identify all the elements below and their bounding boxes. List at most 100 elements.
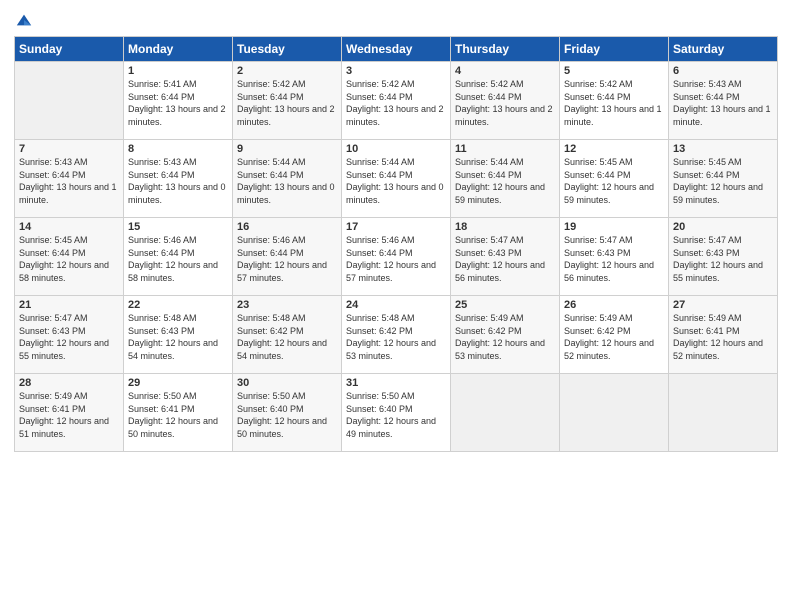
day-number: 2 — [237, 65, 337, 77]
calendar-cell: 21 Sunrise: 5:47 AMSunset: 6:43 PMDaylig… — [15, 296, 124, 374]
calendar-cell — [15, 62, 124, 140]
cell-text: Sunrise: 5:42 AMSunset: 6:44 PMDaylight:… — [455, 79, 553, 127]
cell-text: Sunrise: 5:48 AMSunset: 6:43 PMDaylight:… — [128, 313, 218, 361]
day-number: 11 — [455, 143, 555, 155]
calendar-cell — [669, 374, 778, 452]
cell-text: Sunrise: 5:42 AMSunset: 6:44 PMDaylight:… — [564, 79, 662, 127]
calendar-cell: 29 Sunrise: 5:50 AMSunset: 6:41 PMDaylig… — [124, 374, 233, 452]
calendar-cell: 9 Sunrise: 5:44 AMSunset: 6:44 PMDayligh… — [233, 140, 342, 218]
day-number: 7 — [19, 143, 119, 155]
calendar-cell: 1 Sunrise: 5:41 AMSunset: 6:44 PMDayligh… — [124, 62, 233, 140]
cell-text: Sunrise: 5:45 AMSunset: 6:44 PMDaylight:… — [564, 157, 654, 205]
day-number: 10 — [346, 143, 446, 155]
day-number: 19 — [564, 221, 664, 233]
calendar-cell: 16 Sunrise: 5:46 AMSunset: 6:44 PMDaylig… — [233, 218, 342, 296]
day-number: 18 — [455, 221, 555, 233]
cell-text: Sunrise: 5:46 AMSunset: 6:44 PMDaylight:… — [128, 235, 218, 283]
calendar-week-row: 7 Sunrise: 5:43 AMSunset: 6:44 PMDayligh… — [15, 140, 778, 218]
calendar-cell: 20 Sunrise: 5:47 AMSunset: 6:43 PMDaylig… — [669, 218, 778, 296]
calendar-cell: 11 Sunrise: 5:44 AMSunset: 6:44 PMDaylig… — [451, 140, 560, 218]
calendar-cell: 17 Sunrise: 5:46 AMSunset: 6:44 PMDaylig… — [342, 218, 451, 296]
cell-text: Sunrise: 5:47 AMSunset: 6:43 PMDaylight:… — [19, 313, 109, 361]
calendar-cell: 12 Sunrise: 5:45 AMSunset: 6:44 PMDaylig… — [560, 140, 669, 218]
weekday-header: Friday — [560, 37, 669, 62]
cell-text: Sunrise: 5:47 AMSunset: 6:43 PMDaylight:… — [455, 235, 545, 283]
calendar-cell — [560, 374, 669, 452]
cell-text: Sunrise: 5:47 AMSunset: 6:43 PMDaylight:… — [673, 235, 763, 283]
day-number: 31 — [346, 377, 446, 389]
calendar-cell: 31 Sunrise: 5:50 AMSunset: 6:40 PMDaylig… — [342, 374, 451, 452]
weekday-header: Monday — [124, 37, 233, 62]
calendar-cell: 13 Sunrise: 5:45 AMSunset: 6:44 PMDaylig… — [669, 140, 778, 218]
calendar-cell: 2 Sunrise: 5:42 AMSunset: 6:44 PMDayligh… — [233, 62, 342, 140]
cell-text: Sunrise: 5:45 AMSunset: 6:44 PMDaylight:… — [19, 235, 109, 283]
calendar-cell: 24 Sunrise: 5:48 AMSunset: 6:42 PMDaylig… — [342, 296, 451, 374]
cell-text: Sunrise: 5:49 AMSunset: 6:41 PMDaylight:… — [19, 391, 109, 439]
calendar-cell: 6 Sunrise: 5:43 AMSunset: 6:44 PMDayligh… — [669, 62, 778, 140]
day-number: 28 — [19, 377, 119, 389]
weekday-header: Wednesday — [342, 37, 451, 62]
cell-text: Sunrise: 5:50 AMSunset: 6:40 PMDaylight:… — [346, 391, 436, 439]
calendar-cell: 4 Sunrise: 5:42 AMSunset: 6:44 PMDayligh… — [451, 62, 560, 140]
weekday-header: Sunday — [15, 37, 124, 62]
cell-text: Sunrise: 5:43 AMSunset: 6:44 PMDaylight:… — [128, 157, 226, 205]
day-number: 1 — [128, 65, 228, 77]
logo — [14, 10, 33, 30]
cell-text: Sunrise: 5:44 AMSunset: 6:44 PMDaylight:… — [237, 157, 335, 205]
day-number: 4 — [455, 65, 555, 77]
calendar-cell: 15 Sunrise: 5:46 AMSunset: 6:44 PMDaylig… — [124, 218, 233, 296]
header — [14, 10, 778, 30]
cell-text: Sunrise: 5:42 AMSunset: 6:44 PMDaylight:… — [346, 79, 444, 127]
calendar-cell: 18 Sunrise: 5:47 AMSunset: 6:43 PMDaylig… — [451, 218, 560, 296]
cell-text: Sunrise: 5:49 AMSunset: 6:42 PMDaylight:… — [455, 313, 545, 361]
day-number: 25 — [455, 299, 555, 311]
calendar-cell — [451, 374, 560, 452]
weekday-header-row: SundayMondayTuesdayWednesdayThursdayFrid… — [15, 37, 778, 62]
day-number: 5 — [564, 65, 664, 77]
calendar-week-row: 21 Sunrise: 5:47 AMSunset: 6:43 PMDaylig… — [15, 296, 778, 374]
day-number: 29 — [128, 377, 228, 389]
day-number: 13 — [673, 143, 773, 155]
cell-text: Sunrise: 5:50 AMSunset: 6:41 PMDaylight:… — [128, 391, 218, 439]
day-number: 27 — [673, 299, 773, 311]
day-number: 17 — [346, 221, 446, 233]
day-number: 21 — [19, 299, 119, 311]
calendar-cell: 25 Sunrise: 5:49 AMSunset: 6:42 PMDaylig… — [451, 296, 560, 374]
calendar-cell: 14 Sunrise: 5:45 AMSunset: 6:44 PMDaylig… — [15, 218, 124, 296]
cell-text: Sunrise: 5:46 AMSunset: 6:44 PMDaylight:… — [346, 235, 436, 283]
cell-text: Sunrise: 5:48 AMSunset: 6:42 PMDaylight:… — [346, 313, 436, 361]
day-number: 16 — [237, 221, 337, 233]
day-number: 24 — [346, 299, 446, 311]
calendar-table: SundayMondayTuesdayWednesdayThursdayFrid… — [14, 36, 778, 452]
calendar-week-row: 14 Sunrise: 5:45 AMSunset: 6:44 PMDaylig… — [15, 218, 778, 296]
day-number: 14 — [19, 221, 119, 233]
calendar-cell: 28 Sunrise: 5:49 AMSunset: 6:41 PMDaylig… — [15, 374, 124, 452]
cell-text: Sunrise: 5:46 AMSunset: 6:44 PMDaylight:… — [237, 235, 327, 283]
day-number: 12 — [564, 143, 664, 155]
day-number: 22 — [128, 299, 228, 311]
cell-text: Sunrise: 5:45 AMSunset: 6:44 PMDaylight:… — [673, 157, 763, 205]
day-number: 15 — [128, 221, 228, 233]
calendar-cell: 5 Sunrise: 5:42 AMSunset: 6:44 PMDayligh… — [560, 62, 669, 140]
calendar-cell: 8 Sunrise: 5:43 AMSunset: 6:44 PMDayligh… — [124, 140, 233, 218]
calendar-cell: 30 Sunrise: 5:50 AMSunset: 6:40 PMDaylig… — [233, 374, 342, 452]
day-number: 20 — [673, 221, 773, 233]
day-number: 26 — [564, 299, 664, 311]
calendar-week-row: 1 Sunrise: 5:41 AMSunset: 6:44 PMDayligh… — [15, 62, 778, 140]
cell-text: Sunrise: 5:49 AMSunset: 6:42 PMDaylight:… — [564, 313, 654, 361]
calendar-cell: 23 Sunrise: 5:48 AMSunset: 6:42 PMDaylig… — [233, 296, 342, 374]
cell-text: Sunrise: 5:43 AMSunset: 6:44 PMDaylight:… — [673, 79, 771, 127]
page-container: SundayMondayTuesdayWednesdayThursdayFrid… — [0, 0, 792, 462]
calendar-week-row: 28 Sunrise: 5:49 AMSunset: 6:41 PMDaylig… — [15, 374, 778, 452]
calendar-cell: 10 Sunrise: 5:44 AMSunset: 6:44 PMDaylig… — [342, 140, 451, 218]
cell-text: Sunrise: 5:50 AMSunset: 6:40 PMDaylight:… — [237, 391, 327, 439]
cell-text: Sunrise: 5:49 AMSunset: 6:41 PMDaylight:… — [673, 313, 763, 361]
logo-icon — [15, 11, 33, 29]
day-number: 8 — [128, 143, 228, 155]
calendar-cell: 19 Sunrise: 5:47 AMSunset: 6:43 PMDaylig… — [560, 218, 669, 296]
calendar-cell: 7 Sunrise: 5:43 AMSunset: 6:44 PMDayligh… — [15, 140, 124, 218]
cell-text: Sunrise: 5:48 AMSunset: 6:42 PMDaylight:… — [237, 313, 327, 361]
cell-text: Sunrise: 5:41 AMSunset: 6:44 PMDaylight:… — [128, 79, 226, 127]
weekday-header: Saturday — [669, 37, 778, 62]
calendar-cell: 26 Sunrise: 5:49 AMSunset: 6:42 PMDaylig… — [560, 296, 669, 374]
